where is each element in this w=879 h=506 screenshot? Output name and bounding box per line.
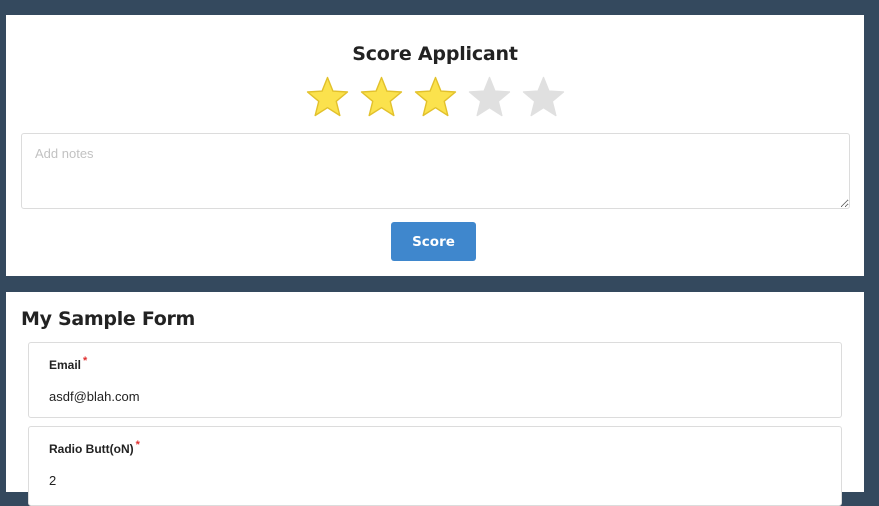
required-marker: * <box>83 355 88 367</box>
required-marker: * <box>135 439 140 451</box>
notes-textarea[interactable] <box>21 133 850 209</box>
score-panel-title: Score Applicant <box>352 43 518 65</box>
star-rating[interactable] <box>6 75 864 120</box>
email-field-label: Email * <box>49 355 88 372</box>
radio-label-text: Radio Butt(oN) <box>49 442 134 456</box>
email-value: asdf@blah.com <box>49 389 140 404</box>
sample-form-panel: My Sample Form Email * asdf@blah.com Radi… <box>6 292 864 506</box>
star-icon-5[interactable] <box>521 75 566 120</box>
star-icon-2[interactable] <box>359 75 404 120</box>
star-icon-4[interactable] <box>467 75 512 120</box>
email-label-text: Email <box>49 358 82 372</box>
email-field[interactable]: Email * asdf@blah.com <box>28 342 842 418</box>
form-title: My Sample Form <box>21 308 196 330</box>
score-button[interactable]: Score <box>391 222 476 261</box>
star-icon-1[interactable] <box>305 75 350 120</box>
radio-field-label: Radio Butt(oN) * <box>49 439 140 456</box>
radio-button-field[interactable]: Radio Butt(oN) * 2 <box>28 426 842 506</box>
score-applicant-panel: Score Applicant Score <box>6 15 864 276</box>
star-icon-3[interactable] <box>413 75 458 120</box>
